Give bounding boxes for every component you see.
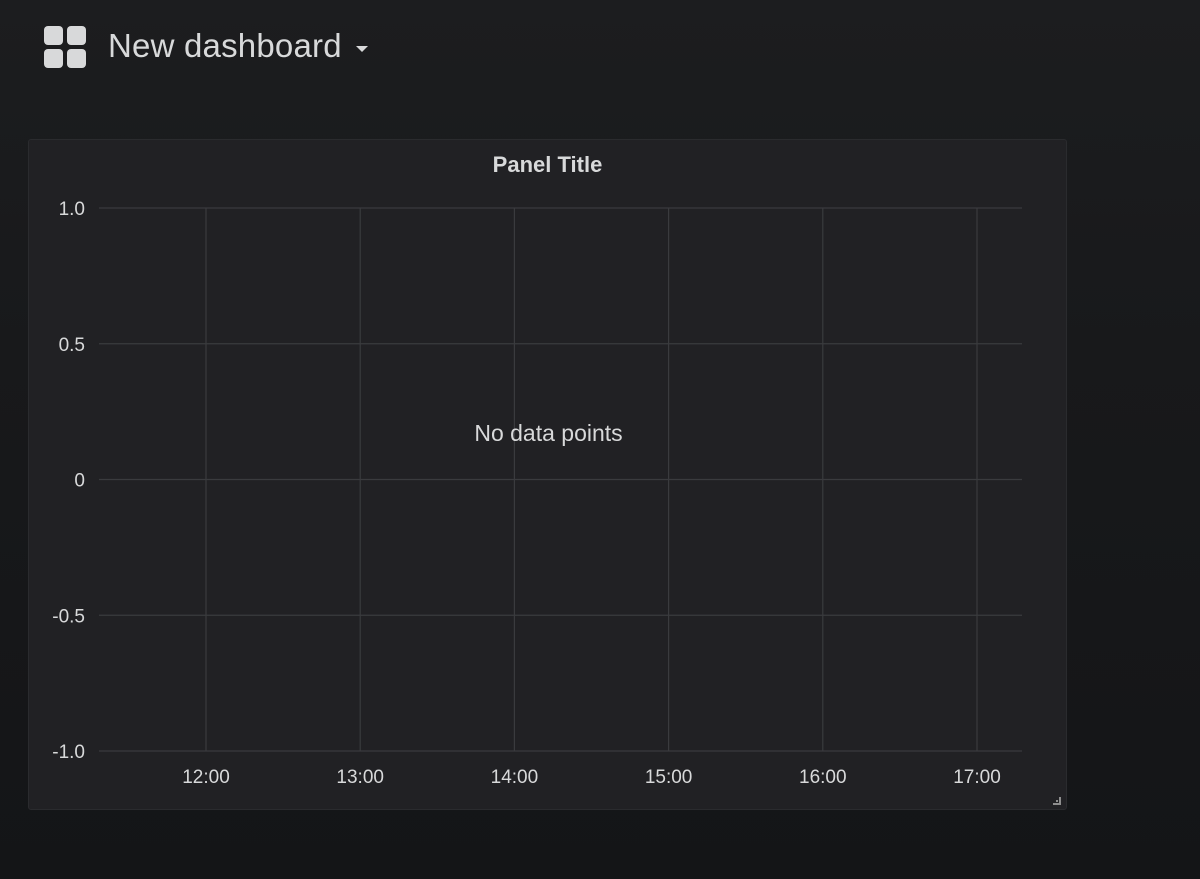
x-tick-label: 13:00 (336, 767, 384, 788)
y-tick-label: 0 (74, 471, 85, 492)
x-tick-label: 17:00 (953, 767, 1001, 788)
dashboard-title: New dashboard (108, 27, 342, 64)
dashboard-navbar: New dashboard (0, 0, 1200, 92)
y-tick-label: -1.0 (52, 742, 85, 763)
graph-panel: Panel Title 1.0 0.5 0 -0.5 -1.0 12:00 13:00 14:… (28, 139, 1067, 810)
graph-plot: 1.0 0.5 0 -0.5 -1.0 12:00 13:00 14:00 15:00 16:00… (52, 199, 1022, 788)
caret-down-icon (355, 46, 368, 52)
y-tick-label: 1.0 (59, 199, 85, 220)
x-tick-label: 14:00 (491, 767, 539, 788)
y-tick-label: -0.5 (52, 606, 85, 627)
dashboard-title-dropdown[interactable]: New dashboard (108, 24, 368, 68)
dashboard-grid-icon[interactable] (44, 26, 86, 68)
resize-handle-icon[interactable] (1053, 797, 1061, 805)
x-tick-label: 16:00 (799, 767, 847, 788)
x-tick-label: 12:00 (182, 767, 230, 788)
y-tick-label: 0.5 (59, 335, 85, 356)
dashboard-page: New dashboard Panel Title 1.0 0.5 0 -0.5 -1.… (0, 0, 1200, 879)
x-tick-label: 15:00 (645, 767, 693, 788)
no-data-message: No data points (474, 420, 623, 446)
